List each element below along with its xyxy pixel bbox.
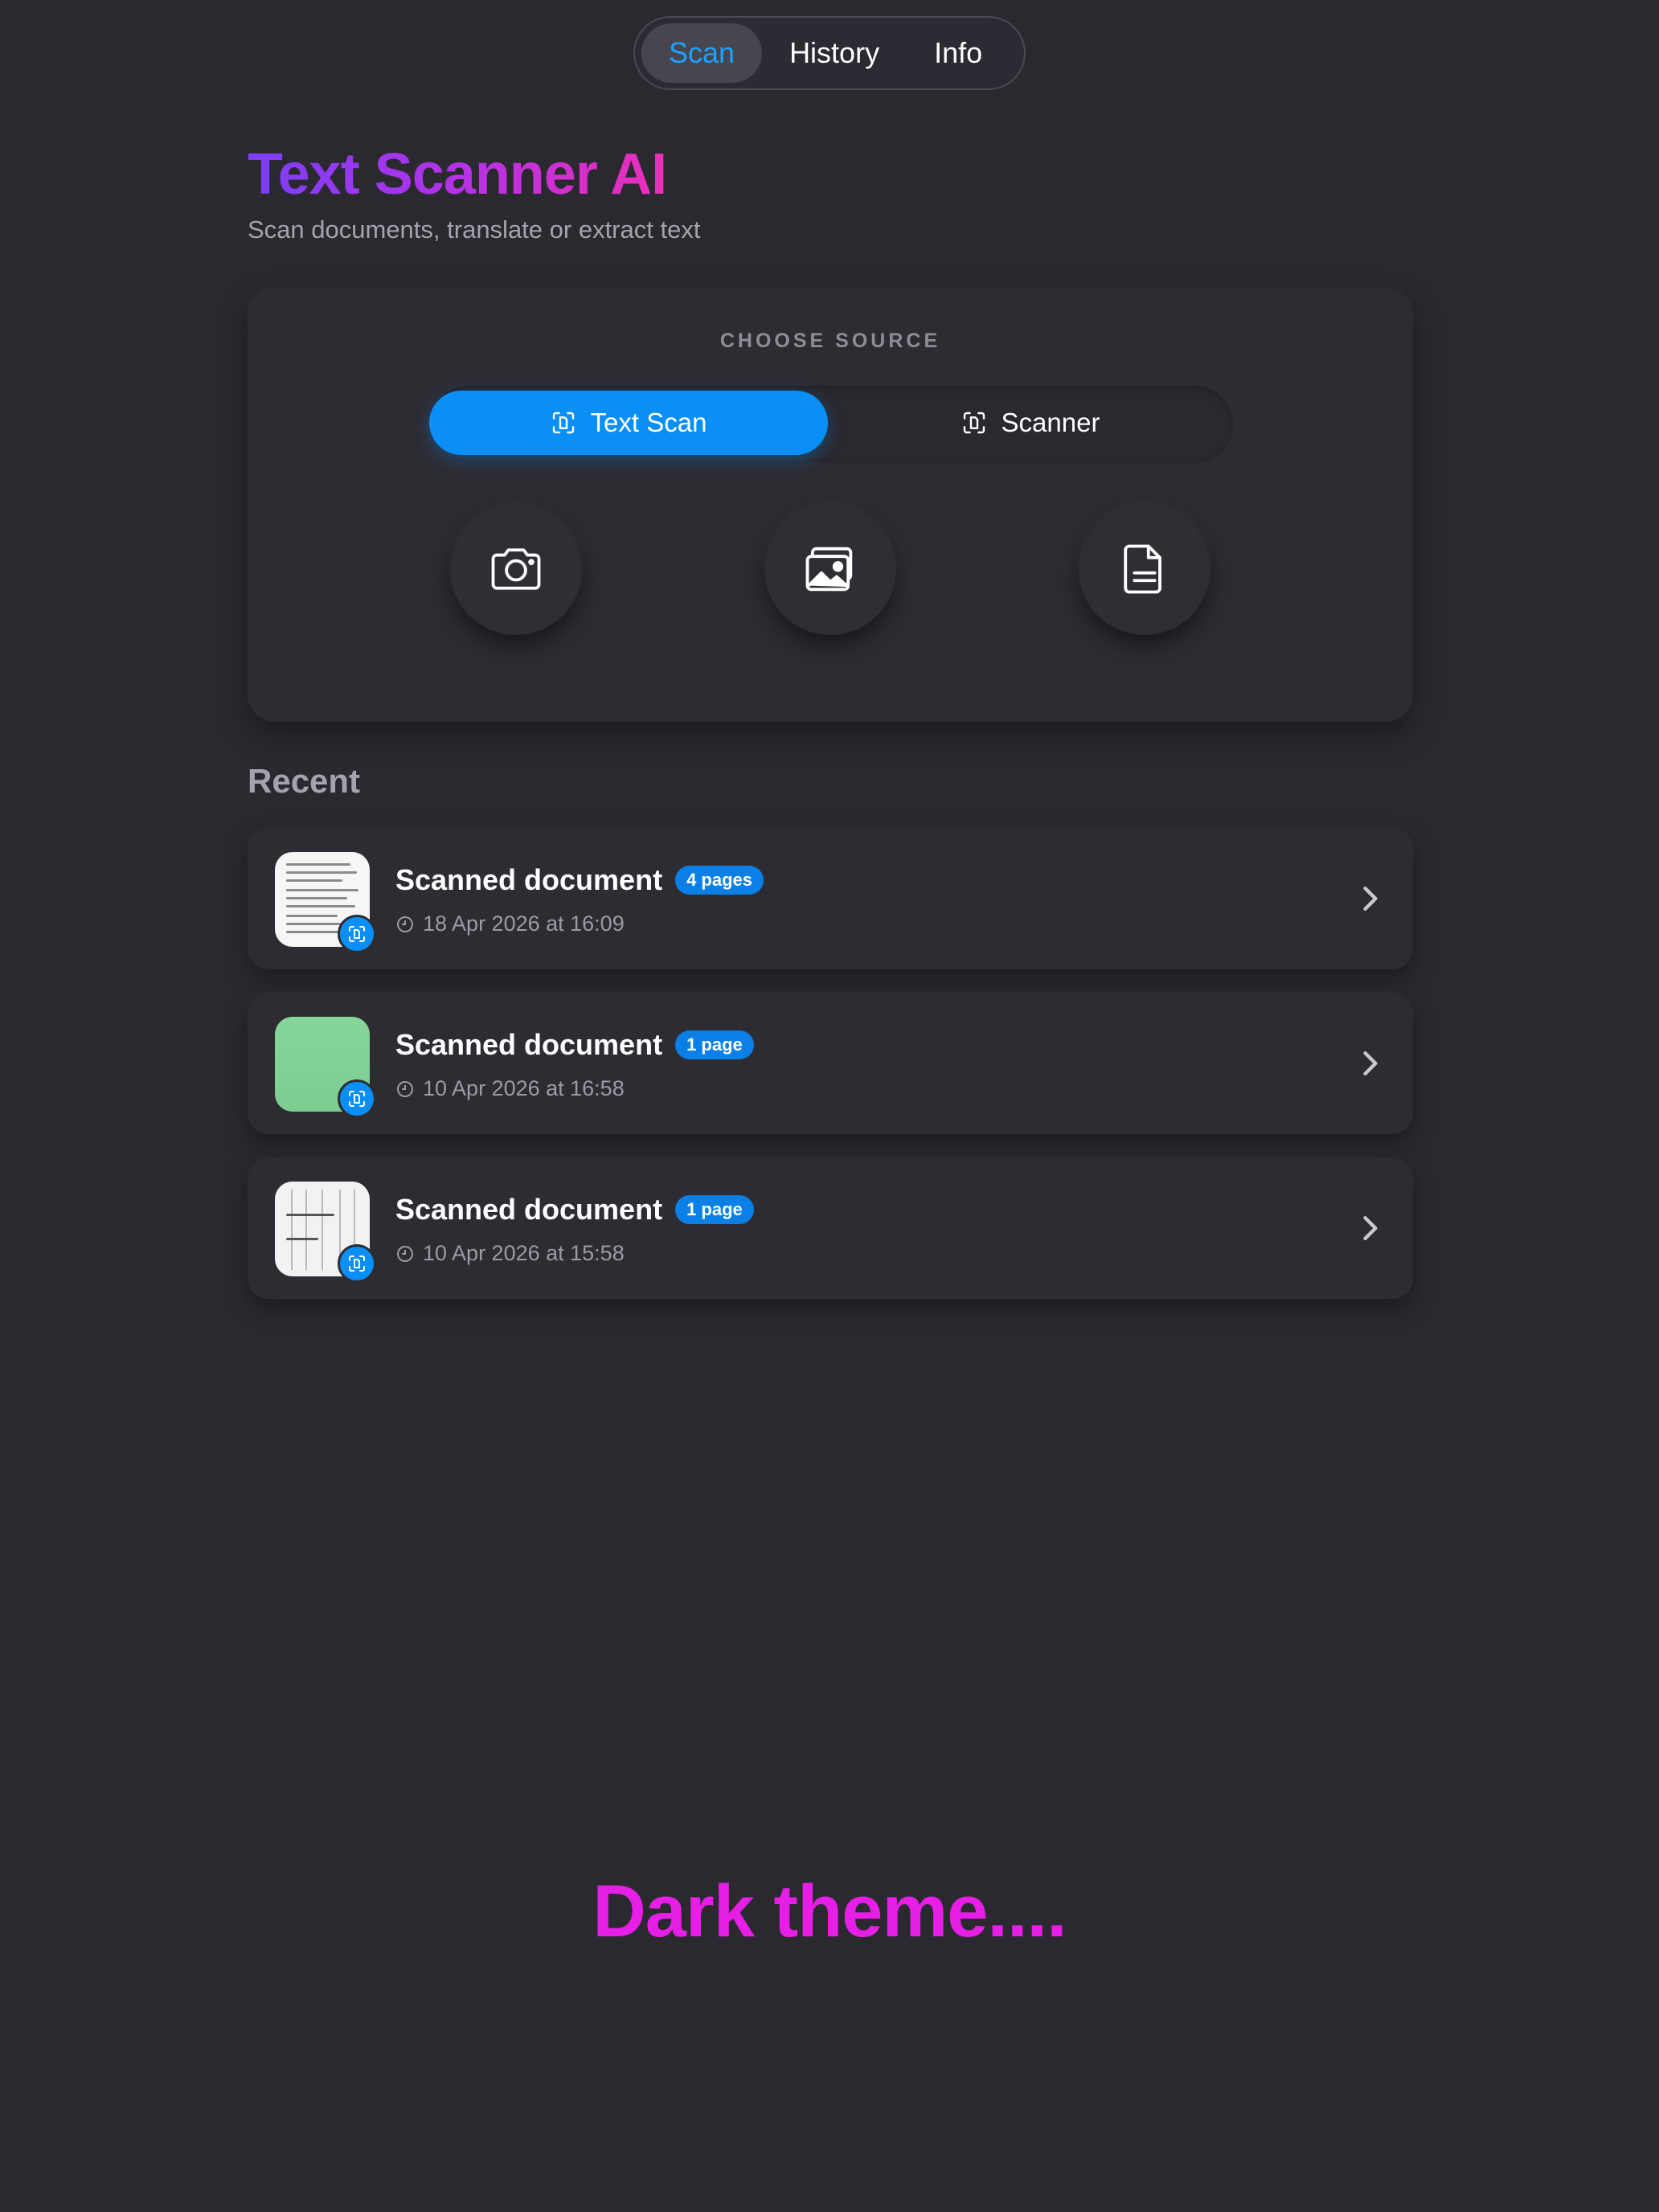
document-thumbnail (275, 1182, 376, 1283)
recent-document-row[interactable]: Scanned document 4 pages 18 Apr 2026 at … (248, 828, 1413, 969)
camera-icon (491, 548, 541, 590)
source-card: CHOOSE SOURCE Text Scan Scanner (248, 288, 1413, 722)
document-date: 18 Apr 2026 at 16:09 (423, 911, 625, 936)
text-scan-badge-icon (338, 915, 376, 953)
mode-toggle: Text Scan Scanner (429, 386, 1233, 463)
tab-scan[interactable]: Scan (641, 23, 763, 83)
clock-icon (397, 1245, 413, 1262)
chevron-right-icon (1363, 1051, 1378, 1076)
document-source-button[interactable] (1079, 503, 1210, 635)
camera-source-button[interactable] (450, 503, 582, 635)
choose-source-label: CHOOSE SOURCE (719, 330, 941, 352)
recent-heading: Recent (248, 762, 361, 800)
page-count-badge: 4 pages (675, 866, 764, 895)
photo-library-button[interactable] (764, 503, 896, 635)
scanner-mode-button[interactable]: Scanner (831, 391, 1230, 455)
document-title: Scanned document (395, 1028, 663, 1061)
scanner-mode-label: Scanner (1001, 408, 1100, 437)
tab-info[interactable]: Info (907, 23, 1010, 83)
chevron-right-icon (1363, 1215, 1378, 1241)
chevron-right-icon (1363, 886, 1378, 911)
dark-theme-caption: Dark theme.... (592, 1870, 1067, 1952)
app-screen: Scan History Info Text Scanner AI Scan d… (0, 0, 1659, 2212)
document-thumbnail (275, 1017, 376, 1118)
photo-library-icon (805, 547, 853, 592)
document-title: Scanned document (395, 863, 663, 896)
recent-document-row[interactable]: Scanned document 1 page 10 Apr 2026 at 1… (248, 1157, 1413, 1299)
clock-icon (397, 916, 413, 932)
text-scan-mode-label: Text Scan (590, 408, 707, 437)
clock-icon (397, 1080, 413, 1097)
scanner-icon (963, 412, 985, 434)
page-count-badge: 1 page (675, 1195, 754, 1224)
app-subtitle: Scan documents, translate or extract tex… (248, 215, 701, 244)
document-thumbnail (275, 852, 376, 953)
app-title: Text Scanner AI (248, 138, 667, 211)
document-title: Scanned document (395, 1193, 663, 1226)
page-count-badge: 1 page (675, 1030, 754, 1059)
text-scan-icon (552, 412, 574, 434)
text-scan-badge-icon (338, 1244, 376, 1283)
recent-document-row[interactable]: Scanned document 1 page 10 Apr 2026 at 1… (248, 993, 1413, 1134)
text-scan-mode-button[interactable]: Text Scan (429, 391, 828, 455)
document-file-icon (1124, 544, 1161, 594)
document-date: 10 Apr 2026 at 15:58 (423, 1241, 625, 1265)
text-scan-badge-icon (338, 1079, 376, 1118)
tab-history[interactable]: History (762, 23, 907, 83)
document-date: 10 Apr 2026 at 16:58 (423, 1076, 625, 1100)
segmented-nav: Scan History Info (633, 16, 1026, 90)
